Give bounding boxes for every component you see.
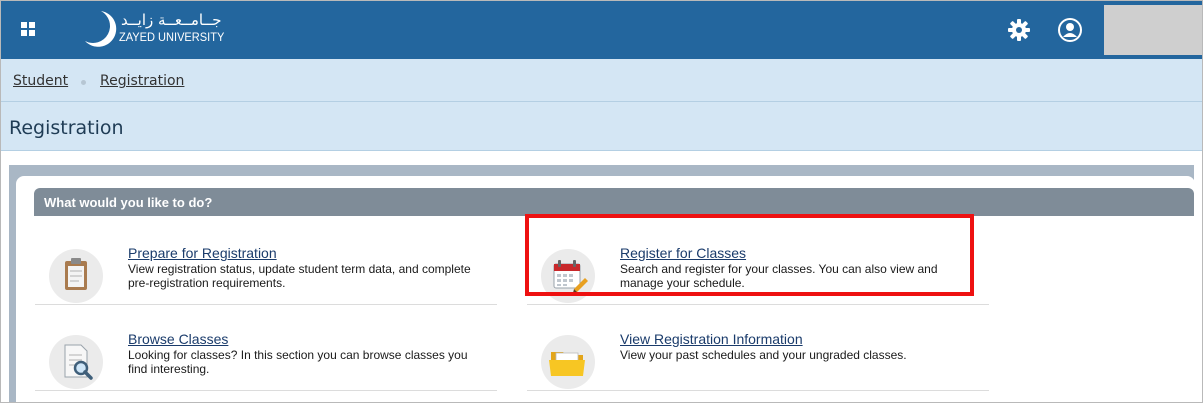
apps-grid-icon[interactable] xyxy=(21,22,35,36)
prepare-for-registration-link[interactable]: Prepare for Registration xyxy=(128,245,277,261)
registration-page: جــامــعــة زايــد ZAYED UNIVERSITY Stud… xyxy=(0,0,1203,403)
title-bar: Registration xyxy=(1,102,1202,151)
card-view-registration-information: View Registration Information View your … xyxy=(527,328,989,391)
clipboard-icon xyxy=(49,249,103,303)
description-line: View your past schedules and your ungrad… xyxy=(620,348,907,362)
card-browse-classes: Browse Classes Looking for classes? In t… xyxy=(35,328,497,391)
document-search-icon xyxy=(49,335,103,389)
breadcrumb-separator-icon xyxy=(81,80,86,85)
highlight-box xyxy=(525,214,974,296)
card-prepare-for-registration: Prepare for Registration View registrati… xyxy=(35,242,497,305)
browse-classes-link[interactable]: Browse Classes xyxy=(128,331,228,347)
description-line: Looking for classes? In this section you… xyxy=(128,348,468,362)
description-line: pre-registration requirements. xyxy=(128,276,286,290)
view-registration-information-link[interactable]: View Registration Information xyxy=(620,331,803,347)
zayed-university-logo[interactable]: جــامــعــة زايــد ZAYED UNIVERSITY xyxy=(79,7,259,51)
gear-icon[interactable] xyxy=(1006,17,1032,43)
prepare-for-registration-description: View registration status, update student… xyxy=(128,262,508,290)
description-line: find interesting. xyxy=(128,362,210,376)
description-line: View registration status, update student… xyxy=(128,262,471,276)
logo-arabic-text: جــامــعــة زايــد xyxy=(121,11,222,29)
user-icon[interactable] xyxy=(1058,18,1082,42)
breadcrumb: Student Registration xyxy=(1,59,1202,102)
crescent-logo-icon xyxy=(85,11,117,47)
view-registration-information-description: View your past schedules and your ungrad… xyxy=(620,348,1000,362)
section-title: What would you like to do? xyxy=(44,195,213,210)
breadcrumb-student-link[interactable]: Student xyxy=(13,73,68,89)
browse-classes-description: Looking for classes? In this section you… xyxy=(128,348,508,376)
logo-english-text: ZAYED UNIVERSITY xyxy=(119,30,225,44)
user-name-area[interactable] xyxy=(1104,5,1202,55)
page-title: Registration xyxy=(9,117,124,139)
section-header: What would you like to do? xyxy=(34,188,1194,216)
breadcrumb-registration-link[interactable]: Registration xyxy=(100,73,184,89)
top-bar: جــامــعــة زايــد ZAYED UNIVERSITY xyxy=(1,1,1202,59)
folder-icon xyxy=(541,335,595,389)
